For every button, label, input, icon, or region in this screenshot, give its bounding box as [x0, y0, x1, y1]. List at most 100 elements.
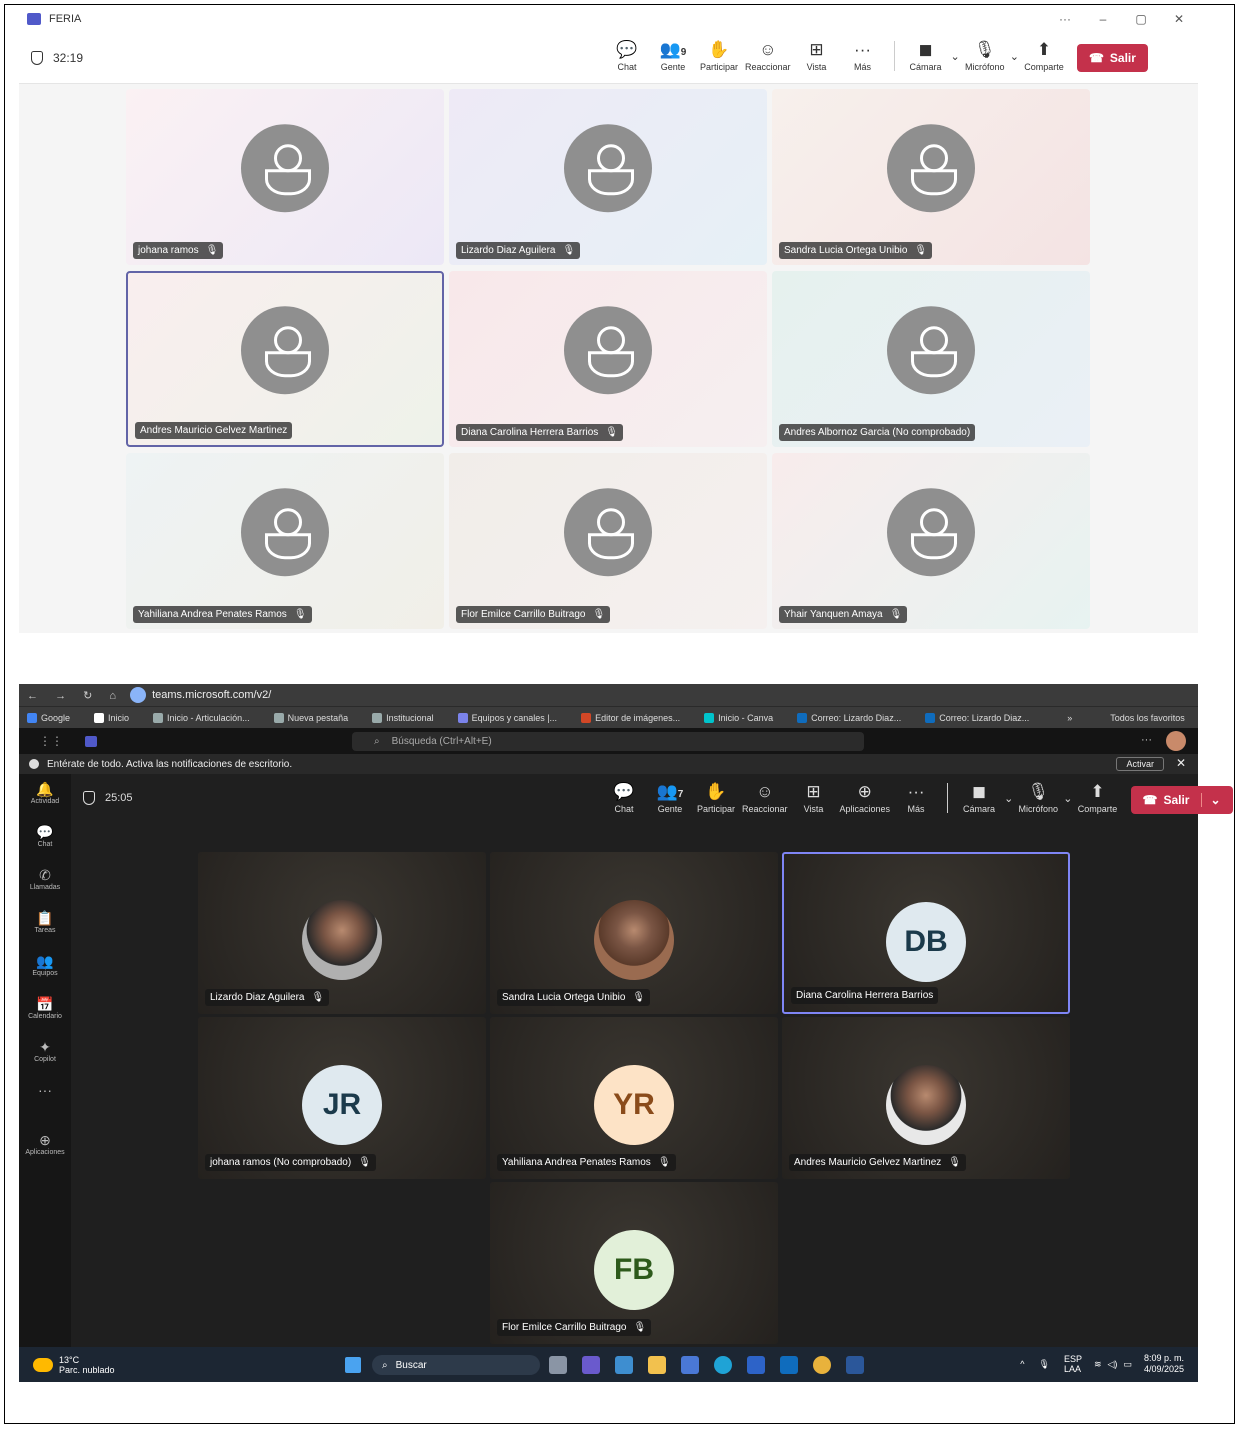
app-launcher-icon[interactable]: ⋮⋮: [39, 734, 63, 748]
taskbar-search[interactable]: ⌕ Buscar: [372, 1355, 540, 1375]
avatar[interactable]: [1166, 731, 1186, 751]
rail-item-more[interactable]: ···: [38, 1082, 52, 1118]
language-code[interactable]: ESP: [1064, 1354, 1082, 1364]
reload-icon[interactable]: ↻: [83, 690, 92, 702]
chevron-down-icon[interactable]: ⌄: [951, 50, 960, 63]
rail-item-equipos[interactable]: 👥 Equipos: [32, 953, 57, 989]
rail-item-calendario[interactable]: 📅 Calendario: [28, 996, 62, 1032]
chevron-down-icon[interactable]: ⌄: [1010, 50, 1019, 63]
mic-off-button[interactable]: 🎙 Micrófono: [1018, 782, 1059, 814]
bookmark-item[interactable]: »: [1053, 713, 1084, 723]
chrome-icon[interactable]: [813, 1356, 831, 1374]
store-icon[interactable]: [615, 1356, 633, 1374]
leave-button[interactable]: ☎ Salir: [1076, 44, 1148, 72]
toolbar-button-reaccionar[interactable]: ☺ Reaccionar: [745, 40, 791, 72]
bookmark-item[interactable]: Todos los favoritos: [1096, 713, 1197, 723]
windows-start-icon[interactable]: [345, 1357, 361, 1373]
restore-button[interactable]: ▢: [1122, 12, 1160, 26]
search-input[interactable]: ⌕ Búsqueda (Ctrl+Alt+E): [352, 732, 864, 751]
share-button[interactable]: ⬆ Comparte: [1024, 40, 1064, 72]
rail-item-aplicaciones[interactable]: ⊕ Aplicaciones: [25, 1132, 64, 1168]
teams-app-icon[interactable]: [681, 1356, 699, 1374]
minimize-button[interactable]: –: [1084, 12, 1122, 26]
rail-item-tareas[interactable]: 📋 Tareas: [34, 910, 55, 946]
participant-tile[interactable]: DB Diana Carolina Herrera Barrios: [782, 852, 1070, 1014]
participant-tile[interactable]: Flor Emilce Carrillo Buitrago 🎙: [449, 453, 767, 629]
edge-icon[interactable]: [714, 1356, 732, 1374]
bookmark-item[interactable]: Equipos y canales |...: [457, 712, 569, 723]
file-explorer-icon[interactable]: [648, 1356, 666, 1374]
bookmark-item[interactable]: Nueva pestaña: [273, 712, 361, 723]
camera-off-button[interactable]: ◼ Cámara: [959, 782, 999, 814]
rail-item-actividad[interactable]: 🔔 Actividad: [31, 781, 59, 817]
toolbar-button-participar[interactable]: ✋ Participar: [699, 40, 739, 72]
url-field[interactable]: teams.microsoft.com/v2/: [130, 687, 271, 703]
participant-tile[interactable]: Sandra Lucia Ortega Unibio 🎙: [772, 89, 1090, 265]
participant-tile[interactable]: Andres Mauricio Gelvez Martinez 🎙: [782, 1017, 1070, 1179]
bookmark-item[interactable]: Inicio - Canva: [704, 712, 785, 723]
bookmark-item[interactable]: Inicio: [94, 712, 141, 723]
toolbar-button-gente[interactable]: 👥9 Gente: [653, 40, 693, 72]
chevron-down-icon[interactable]: ⌄: [1201, 793, 1221, 807]
bookmark-item[interactable]: Correo: Lizardo Diaz...: [797, 712, 913, 723]
participant-tile[interactable]: Yahiliana Andrea Penates Ramos 🎙: [126, 453, 444, 629]
participant-tile[interactable]: Lizardo Diaz Aguilera 🎙: [449, 89, 767, 265]
activate-button[interactable]: Activar: [1116, 757, 1164, 771]
share-button[interactable]: ⬆ Comparte: [1078, 782, 1118, 814]
task-view-icon[interactable]: [549, 1356, 567, 1374]
rail-item-copilot[interactable]: ✦ Copilot: [34, 1039, 56, 1075]
bookmark-item[interactable]: Editor de imágenes...: [581, 712, 692, 723]
participant-tile[interactable]: Yhair Yanquen Amaya 🎙: [772, 453, 1090, 629]
chevron-up-icon[interactable]: ^: [1020, 1359, 1024, 1369]
participant-tile[interactable]: johana ramos 🎙: [126, 89, 444, 265]
toolbar-button-más[interactable]: ··· Más: [896, 782, 936, 814]
toolbar-button-vista[interactable]: ⊞ Vista: [797, 40, 837, 72]
weather-widget[interactable]: 13°C Parc. nublado: [33, 1355, 115, 1375]
bookmark-item[interactable]: Google: [27, 712, 82, 723]
rail-item-llamadas[interactable]: ✆ Llamadas: [30, 867, 60, 903]
toolbar-button-más[interactable]: ··· Más: [843, 40, 883, 72]
rail-item-chat[interactable]: 💬 Chat: [36, 824, 53, 860]
clock[interactable]: 8:09 p. m. 4/09/2025: [1144, 1353, 1184, 1375]
participant-tile[interactable]: Lizardo Diaz Aguilera 🎙: [198, 852, 486, 1014]
copilot-app-icon[interactable]: [582, 1356, 600, 1374]
toolbar-button-aplicaciones[interactable]: ⊕ Aplicaciones: [840, 782, 891, 814]
outlook-icon[interactable]: [780, 1356, 798, 1374]
back-icon[interactable]: ←: [27, 690, 38, 702]
toolbar-button-participar[interactable]: ✋ Participar: [696, 782, 736, 814]
participant-tile[interactable]: FB Flor Emilce Carrillo Buitrago 🎙: [490, 1182, 778, 1344]
chevron-down-icon[interactable]: ⌄: [1004, 792, 1013, 805]
volume-icon[interactable]: ◁): [1108, 1359, 1118, 1370]
participant-tile[interactable]: Sandra Lucia Ortega Unibio 🎙: [490, 852, 778, 1014]
more-icon[interactable]: ···: [1141, 734, 1152, 746]
bookmark-item[interactable]: Institucional: [372, 712, 446, 723]
home-icon[interactable]: ⌂: [109, 690, 116, 702]
toolbar-button-reaccionar[interactable]: ☺ Reaccionar: [742, 782, 788, 814]
toolbar-button-gente[interactable]: 👥7 Gente: [650, 782, 690, 814]
window-controls[interactable]: ··· – ▢ ✕: [1046, 12, 1198, 26]
participant-tile[interactable]: Andres Mauricio Gelvez Martinez: [126, 271, 444, 447]
bookmark-item[interactable]: Inicio - Articulación...: [153, 712, 262, 723]
word-icon[interactable]: [846, 1356, 864, 1374]
wifi-icon[interactable]: ≋: [1094, 1359, 1102, 1370]
mic-off-button[interactable]: 🎙 Micrófono: [965, 40, 1005, 72]
toolbar-button-chat[interactable]: 💬 Chat: [604, 782, 644, 814]
battery-icon[interactable]: ▭: [1123, 1359, 1132, 1370]
layout-code[interactable]: LAA: [1064, 1364, 1082, 1374]
mic-icon[interactable]: 🎙: [1039, 1359, 1050, 1370]
close-icon[interactable]: ✕: [1176, 756, 1186, 770]
forward-icon[interactable]: →: [55, 690, 66, 702]
window-more-button[interactable]: ···: [1046, 12, 1084, 26]
toolbar-button-vista[interactable]: ⊞ Vista: [794, 782, 834, 814]
camera-off-button[interactable]: ◼ Cámara: [906, 40, 946, 72]
app-b-icon[interactable]: [747, 1356, 765, 1374]
close-button[interactable]: ✕: [1160, 12, 1198, 26]
participant-tile[interactable]: JR johana ramos (No comprobado) 🎙: [198, 1017, 486, 1179]
participant-tile[interactable]: YR Yahiliana Andrea Penates Ramos 🎙: [490, 1017, 778, 1179]
participant-tile[interactable]: Andres Albornoz Garcia (No comprobado): [772, 271, 1090, 447]
toolbar-button-chat[interactable]: 💬 Chat: [607, 40, 647, 72]
bookmark-item[interactable]: Correo: Lizardo Diaz...: [925, 712, 1041, 723]
chevron-down-icon[interactable]: ⌄: [1063, 792, 1072, 805]
participant-tile[interactable]: Diana Carolina Herrera Barrios 🎙: [449, 271, 767, 447]
leave-button[interactable]: ☎ Salir ⌄: [1130, 786, 1233, 814]
